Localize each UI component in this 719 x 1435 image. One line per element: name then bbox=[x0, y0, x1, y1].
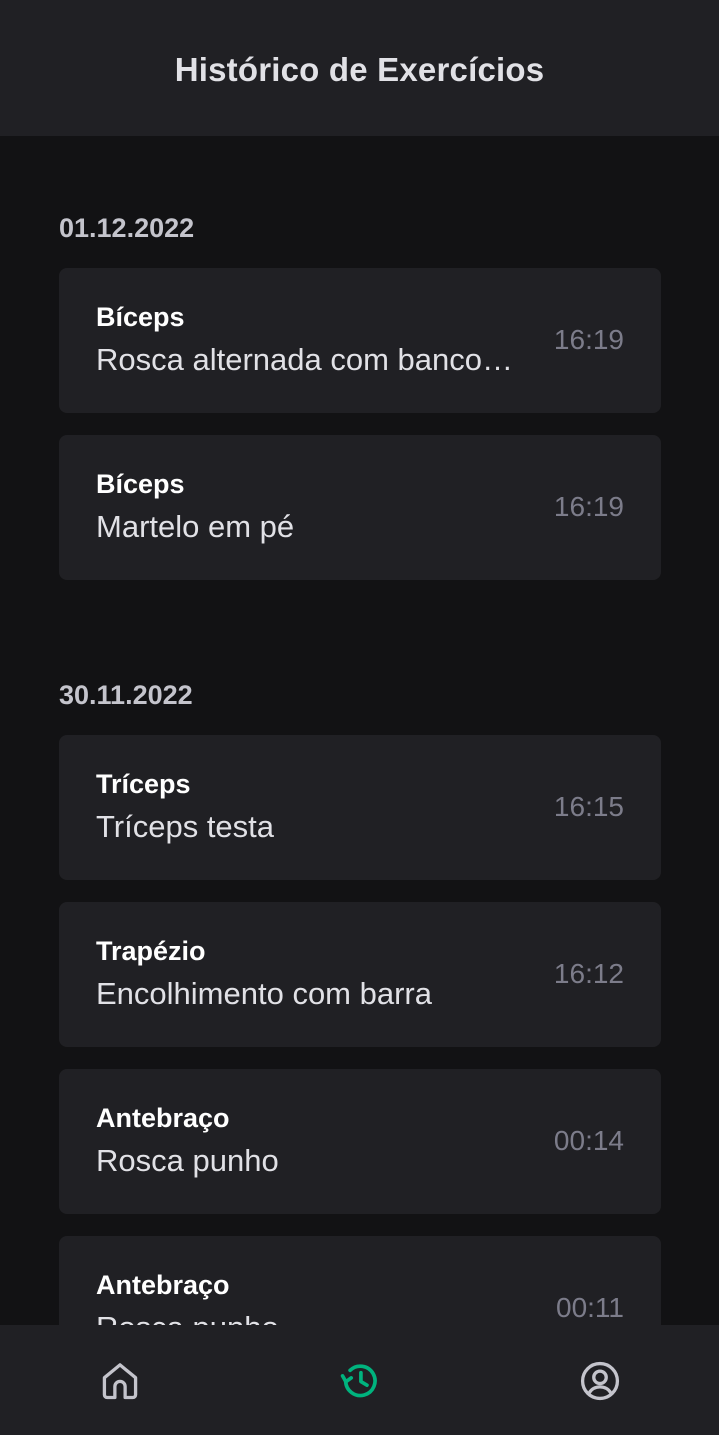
exercise-group: Antebraço bbox=[96, 1103, 230, 1133]
history-list[interactable]: 01.12.2022 Bíceps Rosca alternada com ba… bbox=[0, 136, 719, 1325]
header: Histórico de Exercícios bbox=[0, 0, 719, 136]
exercise-name: Martelo em pé bbox=[96, 509, 295, 544]
tab-history[interactable] bbox=[338, 1359, 382, 1403]
tab-profile[interactable] bbox=[578, 1359, 622, 1403]
home-icon bbox=[102, 1363, 138, 1400]
profile-icon bbox=[580, 1361, 620, 1401]
exercise-group: Bíceps bbox=[96, 302, 185, 332]
exercise-name: Tríceps testa bbox=[96, 809, 275, 844]
exercise-card[interactable]: Antebraço Rosca punho 00:11 bbox=[59, 1236, 661, 1325]
exercise-name: Rosca alternada com banco inclinado bbox=[96, 342, 516, 377]
section-date: 01.12.2022 bbox=[59, 213, 195, 243]
exercise-group: Trapézio bbox=[96, 936, 206, 966]
exercise-group: Antebraço bbox=[96, 1270, 230, 1300]
exercise-time: 16:19 bbox=[553, 324, 624, 355]
exercise-name: Rosca punho bbox=[96, 1143, 279, 1178]
page-title: Histórico de Exercícios bbox=[174, 51, 545, 88]
exercise-group: Tríceps bbox=[96, 769, 191, 799]
history-section: 01.12.2022 bbox=[59, 212, 661, 244]
tab-home[interactable] bbox=[98, 1359, 142, 1403]
exercise-time: 16:15 bbox=[553, 791, 624, 822]
history-section: 30.11.2022 bbox=[59, 679, 661, 711]
exercise-card[interactable]: Bíceps Rosca alternada com banco inclina… bbox=[59, 268, 661, 413]
exercise-card[interactable]: Bíceps Martelo em pé 16:19 bbox=[59, 435, 661, 580]
exercise-card[interactable]: Trapézio Encolhimento com barra 16:12 bbox=[59, 902, 661, 1047]
exercise-time: 00:14 bbox=[553, 1125, 624, 1156]
bottom-tab-bar bbox=[0, 1325, 719, 1435]
exercise-time: 00:11 bbox=[556, 1292, 624, 1323]
exercise-card[interactable]: Tríceps Tríceps testa 16:15 bbox=[59, 735, 661, 880]
exercise-name: Encolhimento com barra bbox=[96, 976, 432, 1011]
history-icon bbox=[340, 1364, 377, 1398]
exercise-group: Bíceps bbox=[96, 469, 185, 499]
exercise-time: 16:12 bbox=[553, 958, 624, 989]
exercise-name: Rosca punho bbox=[96, 1309, 516, 1325]
app-screen: Histórico de Exercícios 01.12.2022 Bícep… bbox=[0, 0, 719, 1435]
section-date: 30.11.2022 bbox=[59, 680, 193, 710]
exercise-card[interactable]: Antebraço Rosca punho 00:14 bbox=[59, 1069, 661, 1214]
exercise-time: 16:19 bbox=[553, 491, 624, 522]
